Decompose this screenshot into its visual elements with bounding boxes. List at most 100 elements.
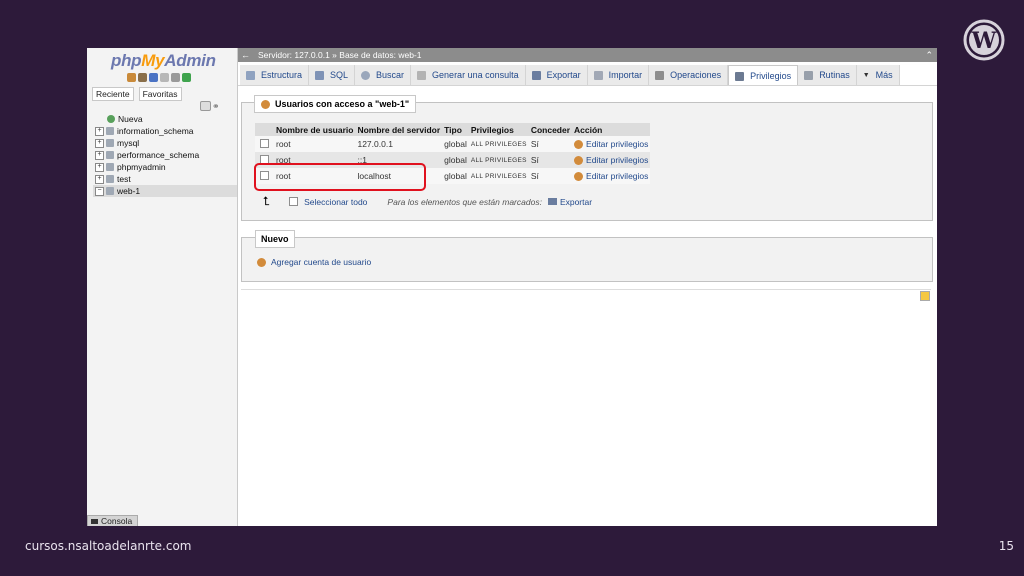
database-icon [106, 187, 114, 195]
collapse-all-icon[interactable] [200, 101, 211, 111]
tab-estructura[interactable]: Estructura [240, 65, 310, 85]
chevron-down-icon: ▼ [862, 71, 870, 79]
cell-action[interactable]: Editar privilegios [572, 152, 651, 168]
home-icon[interactable] [127, 73, 136, 82]
edit-privileges-link[interactable]: Editar privilegios [586, 171, 648, 181]
edit-privileges-link[interactable]: Editar privilegios [586, 139, 648, 149]
bulk-actions: ⮤ Seleccionar todo Para los elementos qu… [263, 194, 592, 209]
tab-generar-consulta[interactable]: Generar una consulta [411, 65, 526, 85]
tab-importar[interactable]: Importar [587, 65, 650, 85]
console-icon [91, 519, 98, 524]
link-with-main-icon[interactable]: ⚭ [212, 101, 220, 112]
header-host[interactable]: Nombre del servidor [355, 123, 443, 136]
row-checkbox[interactable] [260, 138, 269, 148]
collapse-icon[interactable]: − [95, 186, 104, 196]
table-header-row: Nombre de usuario Nombre del servidor Ti… [255, 123, 651, 136]
page-settings-icon[interactable] [920, 291, 930, 301]
search-icon [361, 70, 371, 80]
expand-icon[interactable]: + [95, 138, 104, 148]
tab-buscar[interactable]: Buscar [355, 65, 412, 85]
tree-item-db[interactable]: + phpmyadmin [93, 161, 237, 173]
tab-recent[interactable]: Reciente [92, 87, 134, 101]
tab-exportar[interactable]: Exportar [525, 65, 588, 85]
edit-privileges-icon [574, 172, 584, 182]
expand-icon[interactable]: + [95, 174, 104, 184]
collapse-up-icon[interactable]: ⌃ [925, 48, 933, 62]
edit-privileges-icon [574, 140, 584, 150]
cell-action[interactable]: Editar privilegios [572, 168, 651, 184]
header-type[interactable]: Tipo [442, 123, 469, 136]
query-icon [417, 70, 427, 80]
console-button[interactable]: Consola [87, 515, 138, 526]
wrench-icon [655, 70, 665, 80]
tab-divider [238, 85, 937, 86]
tree-item-db[interactable]: + information_schema [93, 125, 237, 137]
tree-item-db-selected[interactable]: − web-1 [93, 185, 237, 197]
sql-icon [315, 70, 325, 80]
nav-tabs: Reciente Favoritas [92, 87, 182, 101]
database-icon [106, 151, 114, 159]
tab-mas[interactable]: ▼ Más [856, 65, 900, 85]
cell-action[interactable]: Editar privilegios [572, 136, 651, 152]
tree-item-new[interactable]: Nueva [93, 113, 237, 125]
header-privileges[interactable]: Privilegios [468, 123, 529, 136]
database-icon [106, 127, 114, 135]
users-icon [261, 99, 270, 109]
export-icon [547, 198, 557, 205]
select-all-checkbox[interactable] [289, 197, 299, 206]
database-tree: Nueva + information_schema + mysql + perfor… [93, 113, 237, 197]
reload-icon[interactable] [182, 73, 191, 82]
svg-text:W: W [971, 28, 997, 54]
header-action: Acción [572, 123, 651, 136]
expand-icon[interactable]: + [95, 150, 104, 160]
back-arrow-icon[interactable]: ← [241, 48, 250, 62]
expand-icon[interactable]: + [95, 126, 104, 136]
tab-sql[interactable]: SQL [309, 65, 356, 85]
routines-icon [804, 70, 814, 80]
bulk-export-button[interactable]: Exportar [560, 197, 592, 207]
cell-type: global [442, 168, 469, 184]
help-icon[interactable] [149, 73, 158, 82]
content-divider [241, 289, 931, 290]
cell-privileges: ALL PRIVILEGES [468, 136, 529, 152]
database-icon [106, 163, 114, 171]
database-icon [106, 139, 114, 147]
tab-privilegios[interactable]: Privilegios [728, 65, 799, 86]
settings-icon[interactable] [171, 73, 180, 82]
tree-item-db[interactable]: + performance_schema [93, 149, 237, 161]
cell-privileges: ALL PRIVILEGES [468, 168, 529, 184]
navigation-panel: phpMyAdmin Reciente Favoritas ⚭ Nueva + i… [87, 48, 238, 526]
header-user[interactable]: Nombre de usuario [274, 123, 356, 136]
highlight-annotation-box [254, 163, 426, 191]
cell-user: root [274, 136, 356, 152]
header-grant[interactable]: Conceder [528, 123, 573, 136]
expand-icon[interactable]: + [95, 162, 104, 172]
logout-icon[interactable] [138, 73, 147, 82]
cell-host: 127.0.0.1 [355, 136, 443, 152]
import-icon [593, 70, 603, 80]
top-menu-tabs: Estructura SQL Buscar Generar una consul… [240, 65, 900, 86]
tree-item-db[interactable]: + mysql [93, 137, 237, 149]
nav-quick-icons [127, 73, 191, 82]
cell-grant: Sí [528, 136, 573, 152]
breadcrumb-text[interactable]: Servidor: 127.0.0.1 » Base de datos: web… [258, 48, 422, 62]
database-icon [106, 175, 114, 183]
cell-type: global [442, 136, 469, 152]
table-row: root 127.0.0.1 global ALL PRIVILEGES Sí … [255, 136, 651, 152]
phpmyadmin-logo[interactable]: phpMyAdmin [111, 51, 216, 71]
add-user-button[interactable]: Agregar cuenta de usuario [257, 257, 371, 267]
edit-privileges-link[interactable]: Editar privilegios [586, 155, 648, 165]
slide-page-number: 15 [998, 539, 1014, 553]
tab-rutinas[interactable]: Rutinas [798, 65, 857, 85]
tree-item-db[interactable]: + test [93, 173, 237, 185]
select-all-label[interactable]: Seleccionar todo [304, 197, 367, 207]
tab-favorites[interactable]: Favoritas [138, 87, 182, 101]
wordpress-logo-icon: W [963, 19, 1005, 61]
tab-operaciones[interactable]: Operaciones [649, 65, 729, 85]
new-db-icon [107, 115, 115, 123]
new-panel-legend: Nuevo [255, 230, 295, 248]
docs-icon[interactable] [160, 73, 169, 82]
structure-icon [246, 70, 255, 80]
add-user-label[interactable]: Agregar cuenta de usuario [271, 257, 371, 267]
arrow-up-left-icon: ⮤ [263, 194, 271, 208]
